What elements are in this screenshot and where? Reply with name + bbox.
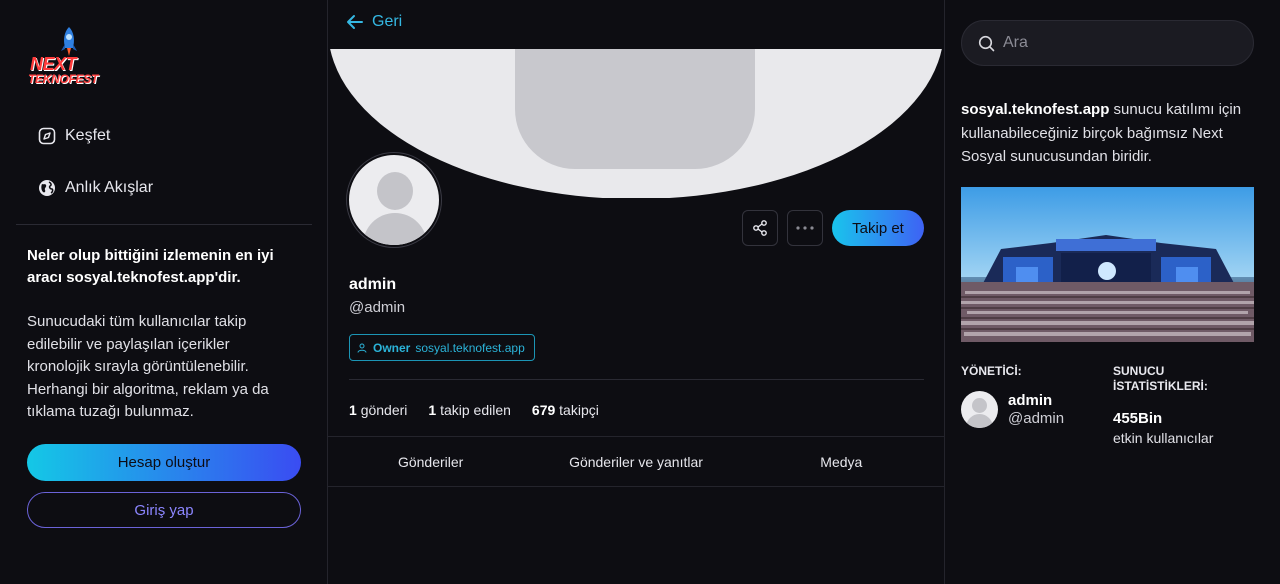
- left-sidebar: NEXT TEKNOFEST Keşfet Anlık Akışlar Nele…: [16, 0, 312, 584]
- server-name: sosyal.teknofest.app: [961, 101, 1110, 118]
- stat-value: 679: [531, 402, 556, 418]
- profile-stats: 1 gönderi 1 takip edilen 679 takipçi: [349, 402, 620, 418]
- divider: [16, 224, 312, 225]
- admin-name[interactable]: admin: [1008, 392, 1052, 409]
- nav-item-explore[interactable]: Keşfet: [38, 122, 110, 150]
- active-users-label: etkin kullanıcılar: [1113, 430, 1214, 446]
- nav-item-label: Keşfet: [65, 127, 111, 144]
- back-label: Geri: [372, 13, 403, 30]
- next-teknofest-logo[interactable]: NEXT TEKNOFEST: [28, 24, 104, 92]
- person-icon: [357, 343, 367, 353]
- create-account-button[interactable]: Hesap oluştur: [27, 444, 301, 481]
- avatar-head-shape: [972, 398, 987, 413]
- profile-handle: @admin: [349, 299, 406, 316]
- profile-column: Geri Takip et admin @admin Owner sosyal.…: [327, 0, 945, 584]
- nav-item-live-feeds[interactable]: Anlık Akışlar: [38, 174, 153, 202]
- stat-label: takipçi: [559, 402, 599, 418]
- tab-media[interactable]: Medya: [739, 437, 944, 486]
- stat-label: takip edilen: [440, 402, 511, 418]
- back-button[interactable]: Geri: [345, 10, 402, 34]
- nav-item-label: Anlık Akışlar: [65, 179, 154, 196]
- avatar-head-shape: [377, 172, 413, 210]
- profile-tabs: Gönderiler Gönderiler ve yanıtlar Medya: [328, 437, 944, 486]
- login-button[interactable]: Giriş yap: [27, 492, 301, 528]
- stat-posts[interactable]: 1 gönderi: [349, 402, 407, 418]
- header-placeholder-shape: [515, 49, 755, 169]
- festival-stage-illustration: [961, 187, 1254, 342]
- profile-avatar: [347, 153, 441, 247]
- admin-section-label: YÖNETİCİ:: [961, 364, 1022, 378]
- stat-label: gönderi: [360, 402, 408, 418]
- server-hero-image: [961, 187, 1254, 342]
- stat-value: 1: [349, 402, 357, 418]
- role-name: Owner: [373, 340, 411, 355]
- role-badge: Owner sosyal.teknofest.app: [349, 334, 535, 361]
- share-icon: [753, 220, 767, 236]
- right-sidebar: sosyal.teknofest.app sunucu katılımı içi…: [945, 0, 1280, 584]
- avatar-body-shape: [363, 213, 427, 245]
- search-icon: [978, 35, 995, 51]
- divider: [328, 486, 944, 487]
- tab-posts-and-replies[interactable]: Gönderiler ve yanıtlar: [533, 437, 738, 486]
- stat-following[interactable]: 1 takip edilen: [428, 402, 511, 418]
- stat-followers[interactable]: 679 takipçi: [532, 402, 599, 418]
- ellipsis-icon: [796, 226, 814, 230]
- follow-button[interactable]: Takip et: [832, 210, 924, 246]
- tab-posts[interactable]: Gönderiler: [328, 437, 533, 486]
- active-users-count: 455Bin: [1113, 410, 1163, 427]
- compass-icon: [38, 127, 56, 145]
- admin-avatar[interactable]: [961, 391, 998, 428]
- stat-value: 1: [428, 402, 437, 418]
- admin-handle[interactable]: @admin: [1008, 410, 1064, 427]
- arrow-left-icon: [347, 15, 363, 29]
- server-description: sosyal.teknofest.app sunucu katılımı içi…: [961, 98, 1251, 169]
- server-stats-label: SUNUCU İSTATİSTİKLERİ:: [1113, 364, 1208, 393]
- avatar-body-shape: [966, 414, 993, 428]
- search-input[interactable]: [1003, 34, 1243, 52]
- profile-display-name: admin: [349, 276, 397, 293]
- intro-title: Neler olup bittiğini izlemenin en iyi ar…: [27, 247, 274, 286]
- share-button[interactable]: [742, 210, 778, 246]
- logo-teknofest-text: TEKNOFEST: [28, 72, 98, 86]
- search-box[interactable]: [961, 20, 1254, 66]
- more-options-button[interactable]: [787, 210, 823, 246]
- globe-icon: [39, 180, 55, 196]
- divider: [349, 379, 924, 380]
- intro-body: Sunucudaki tüm kullanıcılar takip edileb…: [27, 313, 269, 420]
- role-domain: sosyal.teknofest.app: [415, 340, 525, 355]
